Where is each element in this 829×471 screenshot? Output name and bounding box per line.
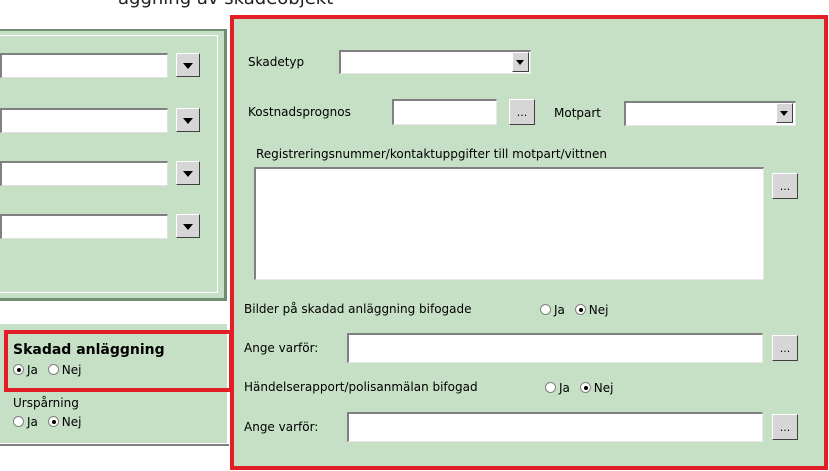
kostnadsprognos-input[interactable]	[392, 99, 497, 125]
ange-varfor-1-input[interactable]	[347, 333, 763, 363]
handelserapport-label: Händelserapport/polisanmälan bifogad	[244, 380, 478, 394]
ange-varfor-1-label: Ange varför:	[244, 341, 319, 355]
left-combo-1-dropdown-button[interactable]	[176, 53, 200, 77]
left-combo-4-dropdown-button[interactable]	[176, 214, 200, 238]
left-combo-2[interactable]	[0, 108, 168, 133]
urspårning-nej-label: Nej	[61, 414, 82, 429]
chevron-down-icon	[183, 118, 193, 124]
skadad-anlaggning-highlight	[4, 330, 233, 392]
motpart-label: Motpart	[554, 106, 602, 120]
kostnadsprognos-ellipsis-button[interactable]: ...	[509, 99, 535, 125]
left-combo-3[interactable]	[0, 161, 168, 186]
handelserapport-ja-radio[interactable]	[545, 382, 556, 393]
left-combo-3-dropdown-button[interactable]	[176, 161, 200, 185]
left-panel	[0, 29, 227, 301]
skadad-anlaggning-nej-radio[interactable]	[47, 364, 59, 375]
left-combo-2-dropdown-button[interactable]	[176, 108, 200, 132]
ange-varfor-1-ellipsis-button[interactable]: ...	[772, 335, 798, 361]
urspårning-nej-radio[interactable]	[47, 416, 59, 427]
registreringsnummer-textarea[interactable]	[254, 167, 764, 280]
registreringsnummer-ellipsis-button[interactable]: ...	[772, 173, 798, 199]
registreringsnummer-label: Registreringsnummer/kontaktuppgifter til…	[256, 147, 608, 161]
chevron-down-icon	[183, 171, 193, 177]
skadetyp-label: Skadetyp	[248, 55, 305, 69]
skadad-anlaggning-ja-radio[interactable]	[13, 364, 24, 375]
chevron-down-icon	[183, 224, 193, 230]
skadad-anlaggning-nej-label: Nej	[61, 362, 82, 377]
left-combo-1[interactable]	[0, 53, 168, 78]
skadad-anlaggning-title: Skadad anläggning	[13, 342, 165, 358]
handelserapport-nej-label: Nej	[593, 380, 614, 395]
skadad-anlaggning-ja-label: Ja	[27, 362, 38, 377]
chevron-down-icon	[516, 60, 524, 65]
chevron-down-icon	[780, 111, 788, 116]
handelserapport-radio-group: Ja Nej	[545, 380, 619, 395]
ange-varfor-2-ellipsis-button[interactable]: ...	[772, 414, 798, 440]
bilder-ja-label: Ja	[554, 302, 565, 317]
motpart-combo[interactable]	[624, 101, 796, 126]
skadetyp-combo[interactable]	[339, 50, 531, 74]
ange-varfor-2-label: Ange varför:	[244, 420, 319, 434]
ange-varfor-2-input[interactable]	[347, 412, 763, 442]
left-combo-4[interactable]	[0, 214, 168, 239]
chevron-down-icon	[183, 63, 193, 69]
urspårning-title: Urspårning	[13, 396, 79, 410]
handelserapport-nej-radio[interactable]	[579, 382, 591, 393]
top-heading-partial: äggning av skadeobjekt	[118, 0, 333, 9]
urspårning-ja-radio[interactable]	[13, 416, 24, 427]
bilder-ja-radio[interactable]	[540, 304, 551, 315]
kostnadsprognos-label: Kostnadsprognos	[248, 105, 351, 119]
bilder-nej-radio[interactable]	[574, 304, 586, 315]
urspårning-radio-group: Ja Nej	[13, 414, 87, 429]
skadetyp-dropdown-button[interactable]	[512, 52, 529, 72]
motpart-dropdown-button[interactable]	[776, 103, 793, 123]
left-lower-divider	[0, 444, 229, 446]
bilder-label: Bilder på skadad anläggning bifogade	[244, 302, 472, 316]
bilder-radio-group: Ja Nej	[540, 302, 614, 317]
bilder-nej-label: Nej	[588, 302, 609, 317]
skadad-anlaggning-radio-group: Ja Nej	[13, 362, 87, 377]
urspårning-ja-label: Ja	[27, 414, 38, 429]
handelserapport-ja-label: Ja	[559, 380, 570, 395]
